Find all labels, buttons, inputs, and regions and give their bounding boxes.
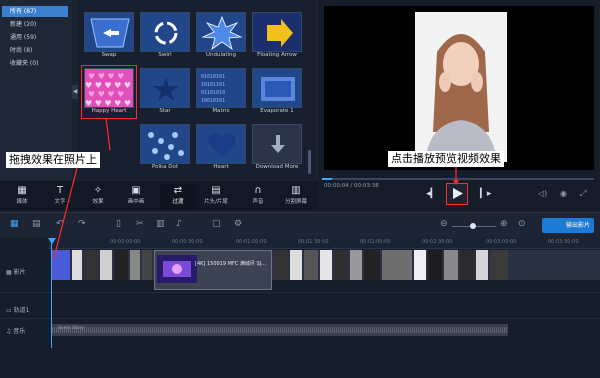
annotation-arrows xyxy=(53,117,459,259)
drag-hint-annotation: 拖拽效果在照片上 xyxy=(6,152,100,168)
play-hint-annotation: 点击播放预览视频效果 xyxy=(388,151,504,167)
